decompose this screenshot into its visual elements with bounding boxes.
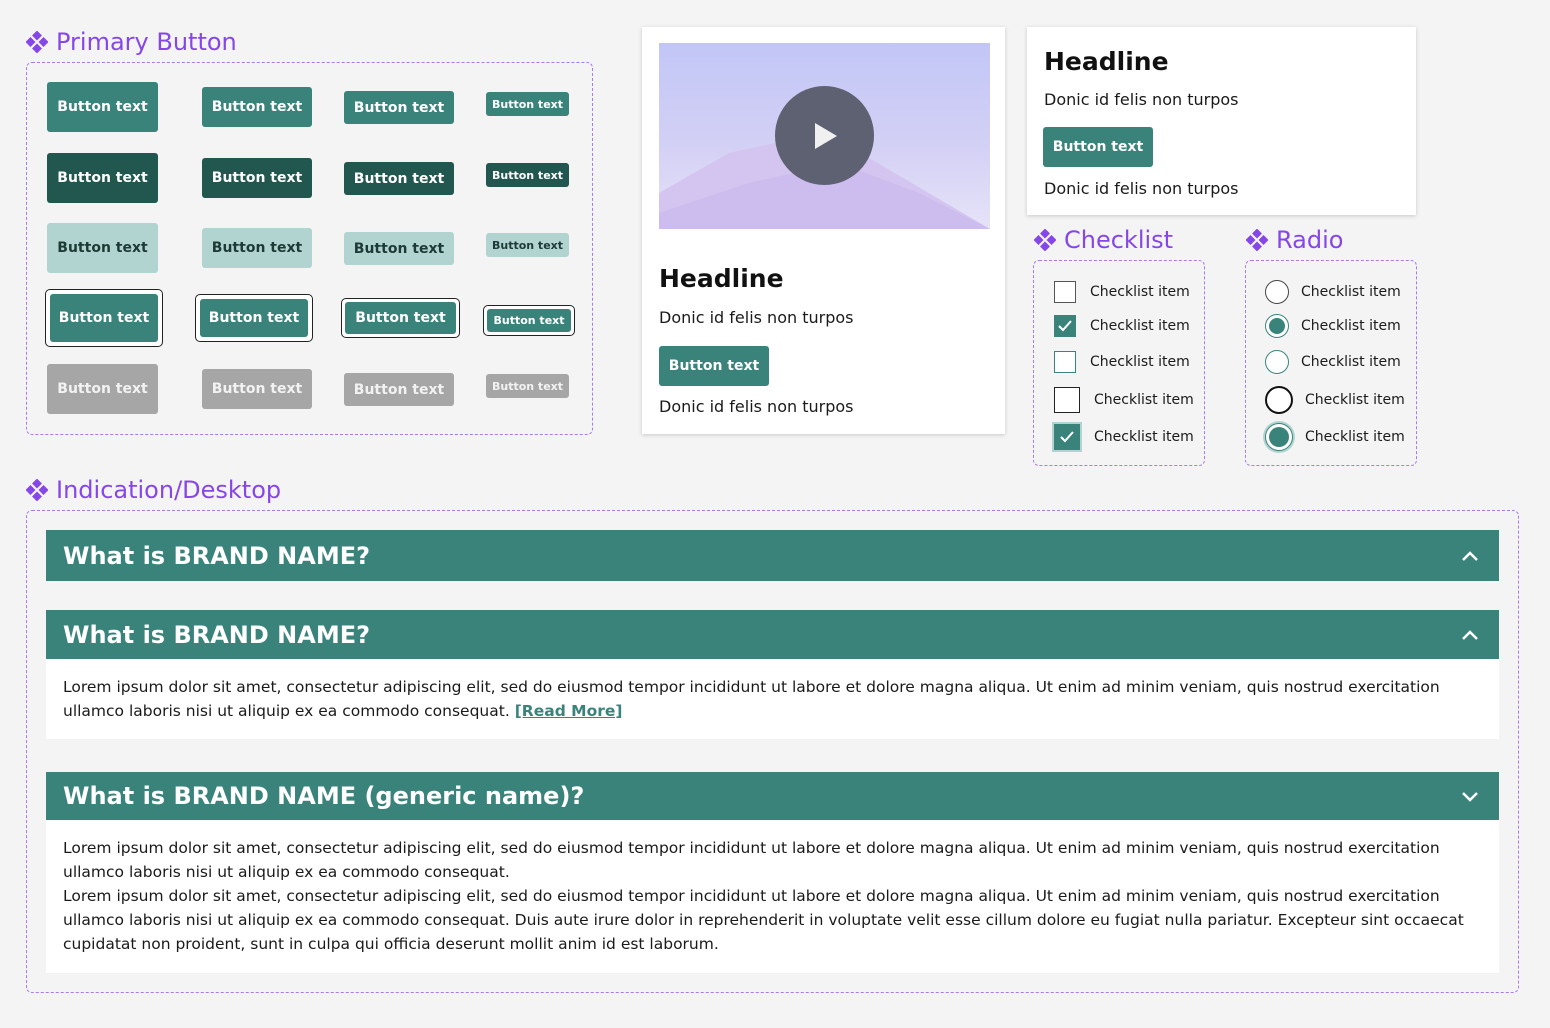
section-title-text: Checklist	[1064, 226, 1174, 254]
accordion-text: Lorem ipsum dolor sit amet, consectetur …	[63, 887, 1464, 953]
primary-button-focus-lg[interactable]: Button text	[50, 294, 158, 342]
primary-button-hover-xs[interactable]: Button text	[486, 163, 569, 187]
card-text: Donic id felis non turpos	[1044, 90, 1239, 109]
section-title-text: Radio	[1276, 226, 1344, 254]
section-title-text: Primary Button	[56, 28, 237, 56]
radio-dot	[1269, 427, 1289, 447]
checkbox-checked[interactable]	[1054, 315, 1076, 337]
play-icon	[814, 122, 837, 149]
radio-label: Checklist item	[1301, 318, 1401, 334]
primary-button-disabled-xs: Button text	[486, 374, 569, 398]
card-headline: Headline	[1044, 47, 1169, 76]
video-card: Headline Donic id felis non turpos Butto…	[642, 27, 1005, 434]
radio-button-selected[interactable]	[1265, 314, 1289, 338]
primary-button-hover-lg[interactable]: Button text	[47, 153, 158, 203]
checklist-item[interactable]: Checklist item	[1054, 281, 1190, 303]
radio-button-hover[interactable]	[1265, 350, 1289, 374]
primary-button-hover-md[interactable]: Button text	[202, 158, 312, 198]
card-button[interactable]: Button text	[1043, 127, 1153, 167]
accordion-header[interactable]: What is BRAND NAME?	[46, 530, 1499, 581]
chevron-up-icon[interactable]	[1461, 550, 1479, 562]
radio-item[interactable]: Checklist item	[1265, 280, 1401, 304]
primary-button-xs[interactable]: Button text	[486, 92, 569, 116]
component-icon	[26, 31, 48, 53]
primary-button-lg[interactable]: Button text	[47, 82, 158, 132]
checklist-label: Checklist item	[1094, 429, 1194, 445]
card-button[interactable]: Button text	[659, 346, 769, 386]
radio-item[interactable]: Checklist item	[1265, 386, 1405, 414]
checkmark-icon	[1060, 431, 1074, 443]
chevron-down-icon[interactable]	[1461, 790, 1479, 802]
card-text: Donic id felis non turpos	[659, 308, 854, 327]
checklist-label: Checklist item	[1094, 392, 1194, 408]
section-title-text: Indication/Desktop	[56, 476, 282, 504]
radio-item[interactable]: Checklist item	[1265, 350, 1401, 374]
checkbox-focus[interactable]	[1054, 387, 1080, 413]
checkmark-icon	[1058, 320, 1072, 332]
primary-button-hover-sm[interactable]: Button text	[344, 162, 454, 195]
primary-button-light-sm[interactable]: Button text	[344, 232, 454, 265]
card-headline: Headline	[659, 264, 784, 293]
read-more-link[interactable]: [Read More]	[515, 702, 623, 720]
accordion-text: Lorem ipsum dolor sit amet, consectetur …	[63, 839, 1440, 881]
radio-label: Checklist item	[1305, 392, 1405, 408]
card-text: Donic id felis non turpos	[1044, 179, 1239, 198]
primary-button-light-md[interactable]: Button text	[202, 228, 312, 268]
accordion-header[interactable]: What is BRAND NAME?	[46, 610, 1499, 659]
radio-label: Checklist item	[1301, 284, 1401, 300]
video-thumbnail[interactable]	[659, 43, 990, 229]
checkbox-checked-focus[interactable]	[1054, 424, 1080, 450]
checklist-item[interactable]: Checklist item	[1054, 315, 1190, 337]
play-button[interactable]	[775, 86, 874, 185]
component-icon	[1034, 229, 1056, 251]
primary-button-light-lg[interactable]: Button text	[47, 223, 158, 273]
accordion-title: What is BRAND NAME?	[63, 620, 371, 649]
checklist-item[interactable]: Checklist item	[1054, 387, 1194, 413]
primary-button-focus-xs[interactable]: Button text	[487, 309, 571, 332]
accordion-panel: Lorem ipsum dolor sit amet, consectetur …	[46, 659, 1499, 739]
indication-section-title: Indication/Desktop	[26, 476, 281, 504]
component-icon	[1246, 229, 1268, 251]
radio-label: Checklist item	[1305, 429, 1405, 445]
primary-button-focus-md[interactable]: Button text	[200, 299, 308, 337]
primary-button-sm[interactable]: Button text	[344, 91, 454, 124]
radio-item[interactable]: Checklist item	[1265, 423, 1405, 451]
accordion-title: What is BRAND NAME?	[63, 541, 371, 570]
card-text: Donic id felis non turpos	[659, 397, 854, 416]
checklist-label: Checklist item	[1090, 318, 1190, 334]
chevron-up-icon[interactable]	[1461, 629, 1479, 641]
checklist-item[interactable]: Checklist item	[1054, 351, 1190, 373]
checkbox[interactable]	[1054, 281, 1076, 303]
component-icon	[26, 479, 48, 501]
checkbox-hover[interactable]	[1054, 351, 1076, 373]
radio-button[interactable]	[1265, 280, 1289, 304]
accordion-header[interactable]: What is BRAND NAME (generic name)?	[46, 772, 1499, 820]
primary-button-disabled-sm: Button text	[344, 373, 454, 406]
checklist-item[interactable]: Checklist item	[1054, 424, 1194, 450]
accordion-panel: Lorem ipsum dolor sit amet, consectetur …	[46, 820, 1499, 973]
checklist-label: Checklist item	[1090, 284, 1190, 300]
radio-dot	[1269, 318, 1285, 334]
radio-label: Checklist item	[1301, 354, 1401, 370]
checklist-label: Checklist item	[1090, 354, 1190, 370]
checklist-section-title: Checklist	[1034, 226, 1173, 254]
primary-button-focus-sm[interactable]: Button text	[345, 302, 456, 334]
accordion-text: Lorem ipsum dolor sit amet, consectetur …	[63, 678, 1440, 720]
text-card: Headline Donic id felis non turpos Butto…	[1027, 27, 1416, 215]
radio-section-title: Radio	[1246, 226, 1343, 254]
accordion-title: What is BRAND NAME (generic name)?	[63, 782, 585, 810]
radio-button-selected-focus[interactable]	[1265, 423, 1293, 451]
primary-button-light-xs[interactable]: Button text	[486, 233, 569, 257]
radio-item[interactable]: Checklist item	[1265, 314, 1401, 338]
primary-button-md[interactable]: Button text	[202, 87, 312, 127]
primary-button-section-title: Primary Button	[26, 28, 237, 56]
primary-button-disabled-lg: Button text	[47, 364, 158, 414]
radio-button-focus[interactable]	[1265, 386, 1293, 414]
primary-button-disabled-md: Button text	[202, 369, 312, 409]
